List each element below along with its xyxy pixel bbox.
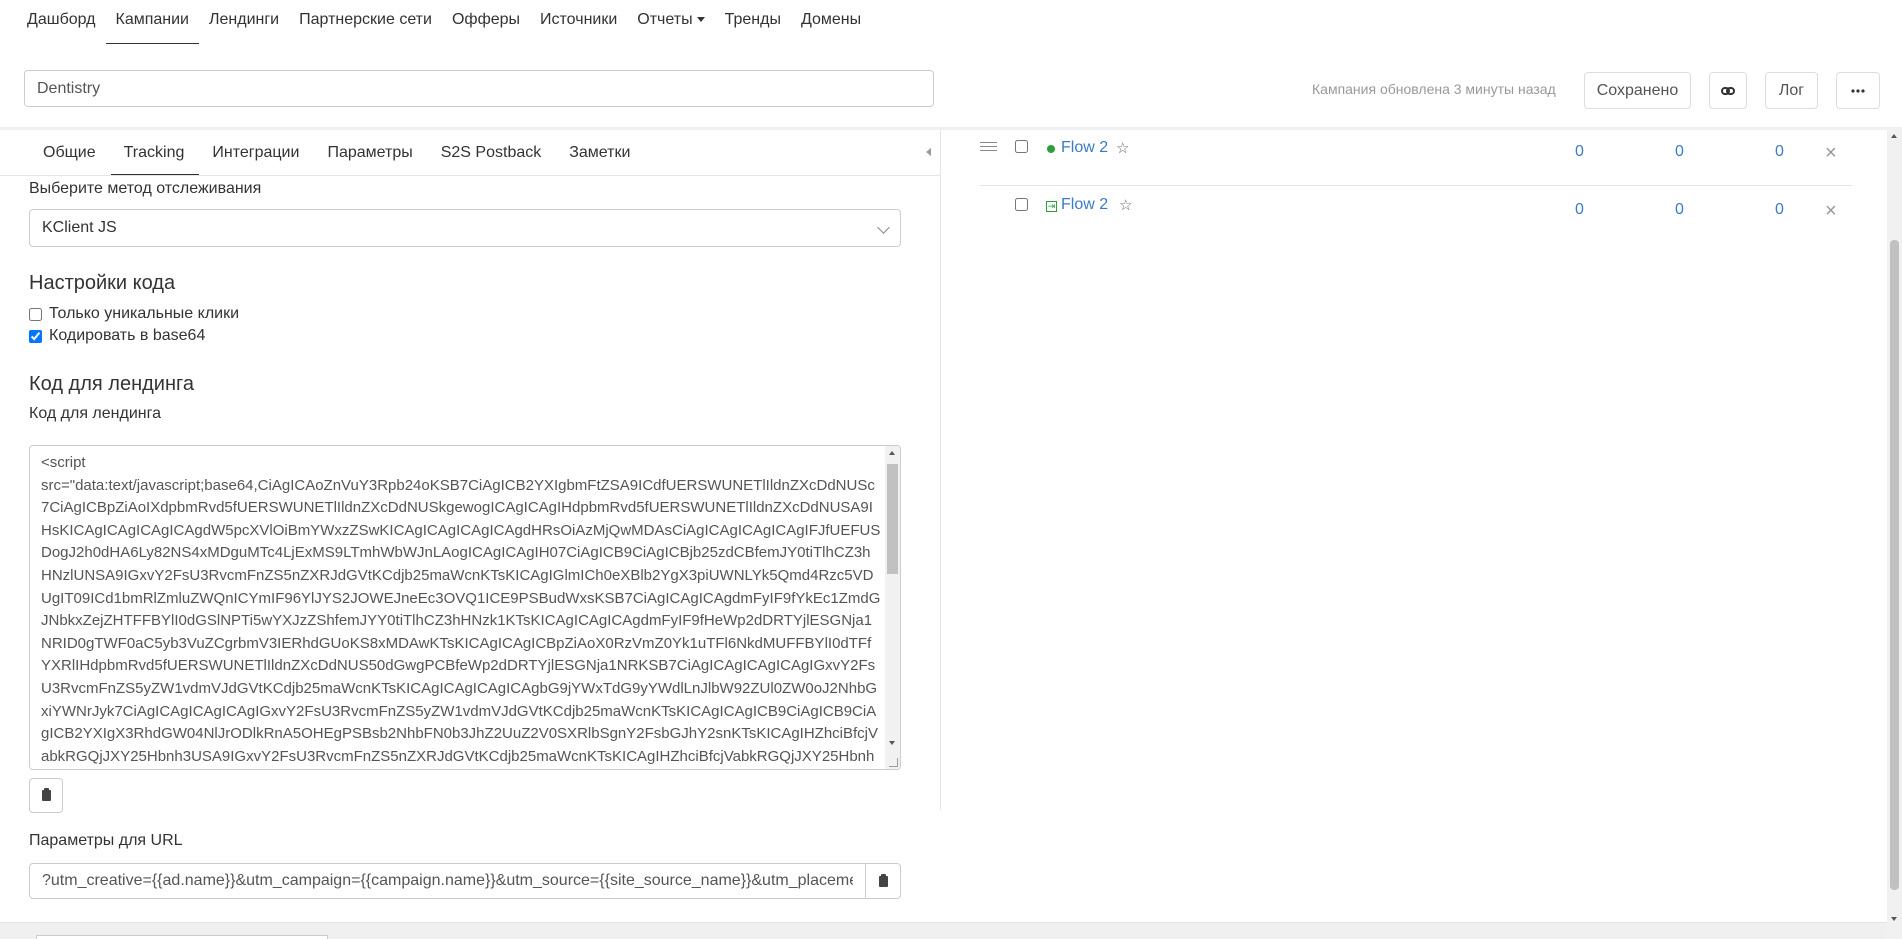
drag-handle-icon[interactable] (980, 142, 997, 151)
copy-icon (41, 788, 51, 801)
unique-clicks-label: Только уникальные клики (49, 305, 240, 322)
landing-code-title: Код для лендинга (29, 373, 194, 395)
base64-checkbox[interactable] (29, 329, 42, 343)
nav-landings[interactable]: Лендинги (199, 0, 289, 44)
landing-code-textarea[interactable]: <script src="data:text/javascript;base64… (29, 445, 901, 770)
tab-general[interactable]: Общие (30, 130, 111, 175)
flow-active-dot-icon (1047, 145, 1055, 153)
chevron-down-icon (877, 221, 890, 234)
resize-grip-icon[interactable] (889, 758, 898, 767)
url-params-input[interactable] (29, 863, 866, 899)
flow-checkbox[interactable] (1015, 198, 1028, 211)
collapse-panel-icon[interactable] (926, 148, 931, 156)
nav-affiliate-networks[interactable]: Партнерские сети (289, 0, 442, 44)
tab-notes[interactable]: Заметки (556, 130, 645, 175)
flow-stat-1[interactable]: 0 (1575, 143, 1584, 161)
flow-stat-3[interactable]: 0 (1775, 201, 1784, 219)
flow-checkbox[interactable] (1015, 140, 1028, 153)
log-button[interactable]: Лог (1765, 72, 1818, 109)
landing-code-text: <script src="data:text/javascript;base64… (41, 454, 881, 765)
more-icon (1851, 88, 1865, 93)
close-icon[interactable]: × (1825, 142, 1837, 165)
nav-trends[interactable]: Тренды (715, 0, 791, 44)
tab-parameters[interactable]: Параметры (314, 130, 427, 175)
tracking-method-label: Выберите метод отслеживания (29, 180, 262, 197)
flow-entry-icon: ⇥ (1046, 201, 1057, 212)
link-icon (1721, 86, 1735, 95)
nav-reports-label: Отчеты (637, 11, 693, 28)
nav-sources[interactable]: Источники (530, 0, 627, 44)
campaign-tabs: Общие Tracking Интеграции Параметры S2S … (0, 130, 940, 176)
flow-stat-2[interactable]: 0 (1675, 143, 1684, 161)
flow-stat-1[interactable]: 0 (1575, 201, 1584, 219)
unique-clicks-option[interactable]: Только уникальные клики (29, 305, 239, 323)
code-scrollbar[interactable] (885, 446, 900, 769)
copy-url-button[interactable] (865, 863, 901, 899)
url-params-label: Параметры для URL (29, 832, 183, 849)
unique-clicks-checkbox[interactable] (29, 307, 42, 321)
tab-integrations[interactable]: Интеграции (199, 130, 314, 175)
base64-label: Кодировать в base64 (49, 327, 206, 344)
flow-name-link[interactable]: Flow 2 (1061, 139, 1108, 157)
tracking-method-select[interactable]: KClient JS (29, 209, 901, 247)
scroll-down-icon[interactable] (889, 741, 895, 745)
flow-row[interactable]: ⇥ Flow 2 ☆ 0 0 0 × (980, 187, 1852, 243)
bottom-tab[interactable] (36, 935, 328, 939)
tab-tracking[interactable]: Tracking (110, 130, 200, 175)
page-scroll-thumb[interactable] (1890, 240, 1899, 890)
close-icon[interactable]: × (1825, 200, 1837, 223)
landing-code-label: Код для лендинга (29, 405, 161, 422)
scroll-down-icon[interactable] (1891, 917, 1897, 921)
bottom-bar (0, 922, 1887, 939)
nav-domains[interactable]: Домены (791, 0, 871, 44)
copy-icon (878, 873, 888, 887)
base64-option[interactable]: Кодировать в base64 (29, 327, 205, 345)
campaign-updated-text: Кампания обновлена 3 минуты назад (1312, 81, 1556, 97)
more-button[interactable] (1836, 72, 1880, 109)
nav-offers[interactable]: Офферы (442, 0, 530, 44)
campaign-name-input[interactable] (24, 70, 934, 107)
tab-s2s-postback[interactable]: S2S Postback (428, 130, 557, 175)
link-button[interactable] (1709, 72, 1747, 109)
flow-row[interactable]: Flow 2 ☆ 0 0 0 × (980, 130, 1852, 186)
flow-stat-3[interactable]: 0 (1775, 143, 1784, 161)
scroll-up-icon[interactable] (889, 451, 895, 455)
scroll-up-icon[interactable] (1891, 134, 1897, 138)
star-icon[interactable]: ☆ (1116, 139, 1129, 157)
flow-stat-2[interactable]: 0 (1675, 201, 1684, 219)
nav-dashboard[interactable]: Дашборд (17, 0, 106, 44)
code-settings-title: Настройки кода (29, 272, 176, 294)
copy-code-button[interactable] (29, 778, 63, 813)
tracking-method-value: KClient JS (42, 219, 117, 236)
panel-divider (940, 130, 941, 810)
saved-button[interactable]: Сохранено (1584, 72, 1691, 109)
flow-name-link[interactable]: Flow 2 (1061, 196, 1108, 214)
nav-campaigns[interactable]: Кампании (105, 0, 199, 44)
nav-reports[interactable]: Отчеты (627, 0, 714, 44)
scroll-thumb[interactable] (887, 464, 898, 574)
top-nav: Дашборд Кампании Лендинги Партнерские се… (0, 0, 1902, 44)
star-icon[interactable]: ☆ (1119, 196, 1132, 214)
caret-down-icon (696, 17, 705, 23)
page-scrollbar[interactable] (1887, 130, 1902, 939)
